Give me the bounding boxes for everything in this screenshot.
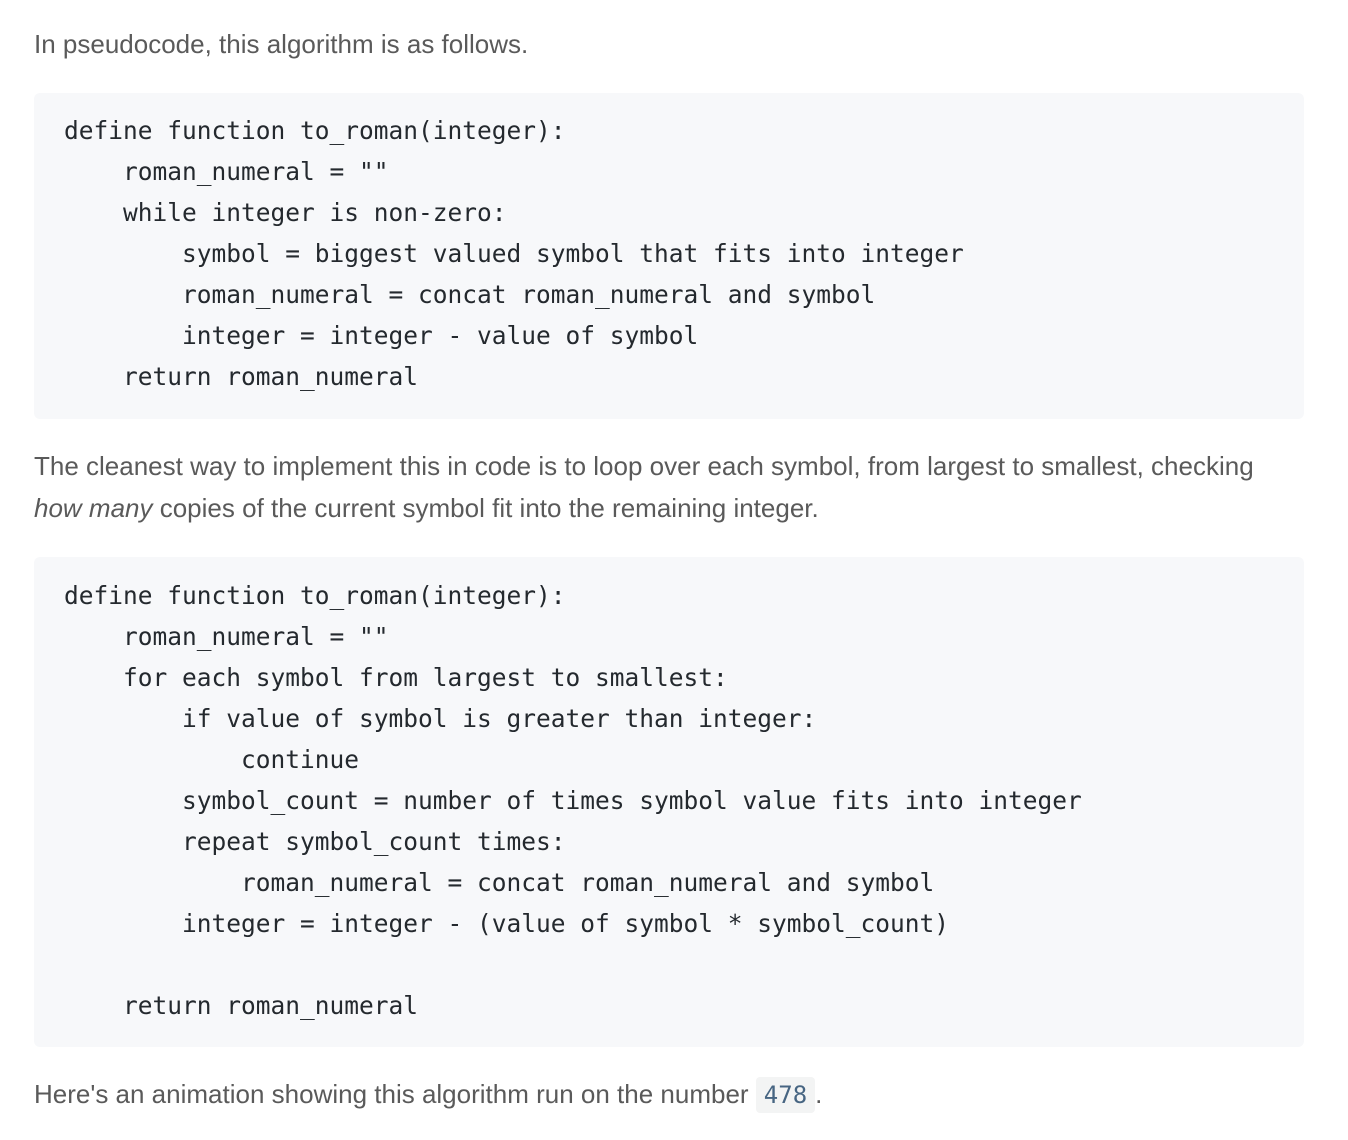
explanation-text-end: copies of the current symbol fit into th… — [152, 493, 819, 523]
code-line: repeat symbol_count times: — [64, 827, 566, 856]
code-line: roman_numeral = "" — [64, 157, 389, 186]
explanation-emphasis: how many — [34, 493, 153, 523]
code-line: integer = integer - (value of symbol * s… — [64, 909, 950, 938]
code-line: symbol = biggest valued symbol that fits… — [64, 239, 964, 268]
pseudocode-block-while-loop: define function to_roman(integer): roman… — [34, 93, 1304, 419]
code-line: roman_numeral = concat roman_numeral and… — [64, 280, 876, 309]
code-line: roman_numeral = "" — [64, 622, 389, 651]
code-line: define function to_roman(integer): — [64, 116, 566, 145]
animation-text-start: Here's an animation showing this algorit… — [34, 1079, 756, 1109]
pseudocode-block-for-loop: define function to_roman(integer): roman… — [34, 557, 1304, 1047]
code-line: symbol_count = number of times symbol va… — [64, 786, 1082, 815]
code-line: if value of symbol is greater than integ… — [64, 704, 817, 733]
explanation-text-start: The cleanest way to implement this in co… — [34, 451, 1254, 481]
intro-paragraph: In pseudocode, this algorithm is as foll… — [34, 29, 529, 59]
explanation-paragraph: The cleanest way to implement this in co… — [34, 445, 1304, 529]
code-line: define function to_roman(integer): — [64, 581, 566, 610]
inline-code-number: 478 — [755, 1077, 816, 1113]
animation-intro-paragraph: Here's an animation showing this algorit… — [34, 1073, 1304, 1116]
code-line: roman_numeral = concat roman_numeral and… — [64, 868, 935, 897]
code-line: continue — [64, 745, 360, 774]
code-line: return roman_numeral — [64, 362, 419, 391]
code-line: while integer is non-zero: — [64, 198, 507, 227]
code-line: for each symbol from largest to smallest… — [64, 663, 728, 692]
animation-text-end: . — [815, 1079, 823, 1109]
code-line: return roman_numeral — [64, 991, 419, 1020]
code-line: integer = integer - value of symbol — [64, 321, 699, 350]
article-content: In pseudocode, this algorithm is as foll… — [0, 0, 1348, 1116]
